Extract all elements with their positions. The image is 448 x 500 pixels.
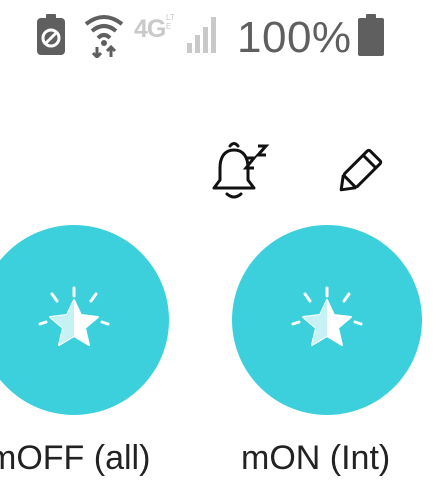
battery-percent: 100% bbox=[237, 13, 352, 62]
pencil-edit-icon[interactable] bbox=[330, 140, 392, 200]
signal-strength-icon bbox=[187, 17, 216, 53]
wifi-icon bbox=[84, 15, 124, 58]
battery-icon bbox=[358, 14, 384, 56]
star-icon bbox=[291, 286, 363, 346]
network-label: 4G bbox=[134, 15, 166, 43]
tile-label: mON (Int) bbox=[241, 439, 391, 477]
network-4g-lte-icon: 4G LTE bbox=[134, 13, 180, 46]
tile-moff-all[interactable]: mOFF (all) bbox=[0, 225, 220, 485]
tile-mon-int[interactable]: mON (Int) bbox=[225, 225, 445, 485]
tile-label: mOFF (all) bbox=[0, 439, 151, 477]
network-sub-label: LTE bbox=[166, 13, 175, 31]
status-bar: 4G LTE 100% bbox=[0, 0, 448, 78]
battery-saver-icon bbox=[37, 14, 65, 55]
snooze-bell-icon[interactable] bbox=[210, 140, 274, 202]
star-icon bbox=[38, 286, 110, 346]
